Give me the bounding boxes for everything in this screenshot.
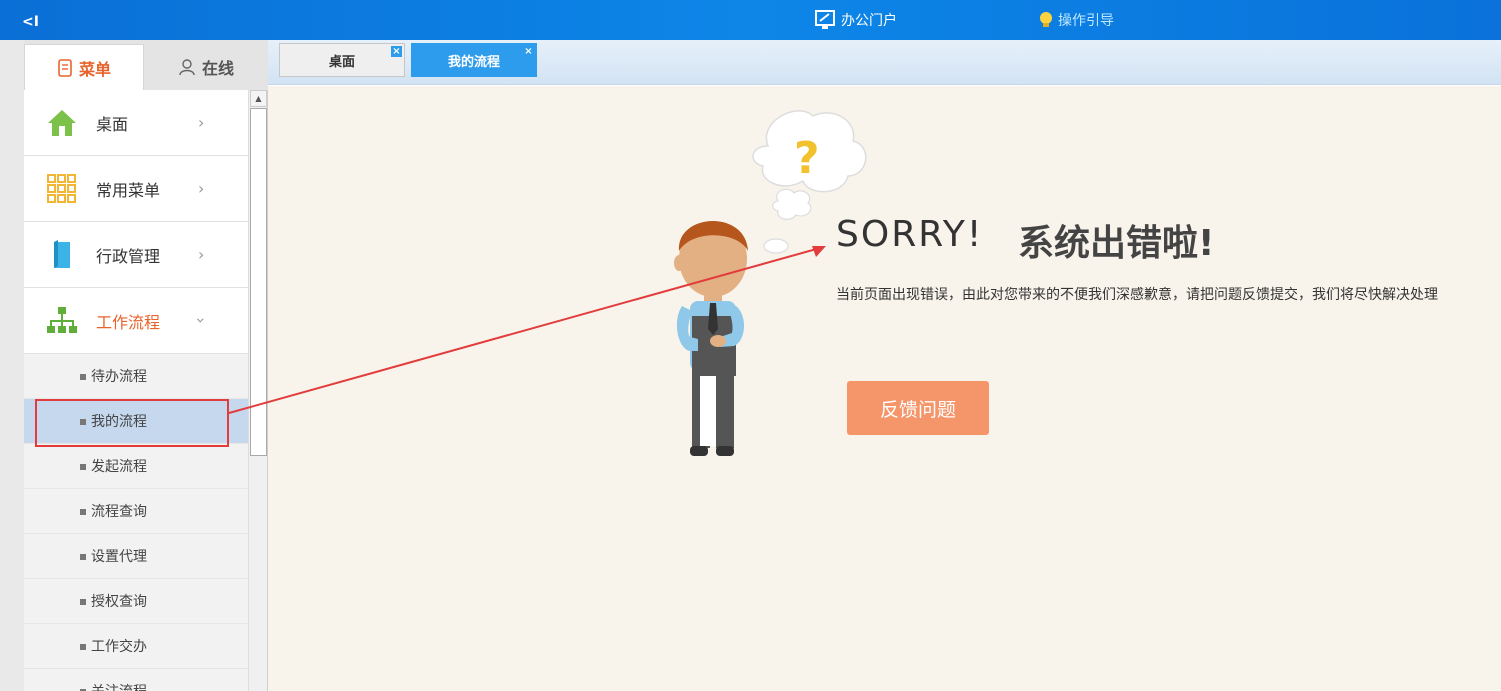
- tab-label: 桌面: [328, 54, 355, 70]
- bullet-icon: [80, 554, 86, 560]
- sidebar-item-desktop[interactable]: 桌面 ›: [24, 90, 248, 156]
- chevron-down-icon: ›: [191, 317, 211, 324]
- chevron-right-icon: ›: [198, 245, 205, 264]
- sidebar-item-label: 常用菜单: [96, 180, 161, 200]
- feedback-button[interactable]: 反馈问题: [847, 381, 989, 435]
- sub-item-label: 流程查询: [91, 504, 147, 520]
- sub-item-followed-flow[interactable]: 关注流程: [24, 669, 248, 691]
- operation-guide-link[interactable]: 操作引导: [1038, 10, 1114, 30]
- error-title: SORRY!: [836, 214, 984, 255]
- sub-item-label: 发起流程: [91, 459, 147, 475]
- collapse-sidebar-button[interactable]: <I: [22, 14, 39, 30]
- scroll-up-arrow-icon[interactable]: ▲: [250, 90, 267, 107]
- error-page: ? SORRY! 系统出错啦! 当前页面出现错误，由此对您带来的不便我们深感歉意…: [268, 86, 1501, 691]
- bullet-icon: [80, 599, 86, 605]
- sub-item-label: 关注流程: [91, 681, 147, 691]
- sidebar-tab-online[interactable]: 在线: [146, 44, 266, 90]
- sidebar-tab-menu[interactable]: 菜单: [24, 44, 144, 90]
- bullet-icon: [80, 374, 86, 380]
- sub-item-set-proxy[interactable]: 设置代理: [24, 534, 248, 579]
- lightbulb-icon: [1040, 12, 1052, 27]
- user-icon: [179, 59, 195, 76]
- sidebar-item-label: 行政管理: [96, 246, 161, 266]
- left-gutter: [0, 40, 24, 691]
- sub-item-flow-query[interactable]: 流程查询: [24, 489, 248, 534]
- sub-item-label: 工作交办: [91, 639, 147, 655]
- person-figure: [674, 220, 748, 456]
- tab-label: 我的流程: [447, 54, 500, 70]
- sidebar-item-admin[interactable]: 行政管理 ›: [24, 222, 248, 288]
- book-icon: [54, 240, 70, 268]
- scroll-thumb[interactable]: [250, 108, 267, 456]
- monitor-icon: [815, 10, 835, 29]
- sidebar-item-label: 桌面: [96, 114, 129, 134]
- tab-my-flow[interactable]: 我的流程 ×: [411, 43, 537, 77]
- bullet-icon: [80, 509, 86, 515]
- sub-item-work-assign[interactable]: 工作交办: [24, 624, 248, 669]
- top-bar: <I 办公门户 操作引导: [0, 0, 1501, 40]
- sub-item-label: 设置代理: [91, 549, 147, 565]
- sub-item-label: 待办流程: [91, 369, 147, 385]
- tab-desktop[interactable]: 桌面 ×: [279, 43, 405, 77]
- menu-doc-icon: [58, 58, 72, 77]
- org-chart-icon: [47, 307, 77, 333]
- sidebar: 菜单 在线 桌面 › 常用菜单 › 行政管理 › 工作流程 › 待办流程 我的流…: [24, 40, 268, 691]
- sub-item-pending-flow[interactable]: 待办流程: [24, 354, 248, 399]
- sub-item-start-flow[interactable]: 发起流程: [24, 444, 248, 489]
- sidebar-tab-online-label: 在线: [201, 59, 234, 78]
- close-icon[interactable]: ×: [523, 46, 534, 57]
- sidebar-item-workflow[interactable]: 工作流程 ›: [24, 288, 248, 354]
- close-icon[interactable]: ×: [391, 46, 402, 57]
- sidebar-tab-menu-label: 菜单: [78, 59, 111, 79]
- bullet-icon: [80, 464, 86, 470]
- page-tab-bar: 桌面 × 我的流程 ×: [268, 40, 1501, 85]
- home-icon: [48, 110, 76, 136]
- chevron-right-icon: ›: [198, 113, 205, 132]
- office-portal-link[interactable]: 办公门户: [815, 10, 897, 30]
- sub-item-authorization-query[interactable]: 授权查询: [24, 579, 248, 624]
- bullet-icon: [80, 644, 86, 650]
- sidebar-scrollbar[interactable]: ▲: [248, 90, 267, 691]
- sidebar-item-common-menu[interactable]: 常用菜单 ›: [24, 156, 248, 222]
- error-message: 当前页面出现错误，由此对您带来的不便我们深感歉意，请把问题反馈提交，我们将尽快解…: [836, 287, 1438, 303]
- sidebar-tabs: 菜单 在线: [24, 40, 268, 90]
- annotation-highlight-box: [35, 399, 229, 447]
- office-portal-label: 办公门户: [841, 13, 897, 29]
- chevron-right-icon: ›: [198, 179, 205, 198]
- sidebar-item-label: 工作流程: [96, 312, 161, 332]
- svg-text:?: ?: [794, 133, 820, 184]
- sub-item-label: 授权查询: [91, 594, 147, 610]
- error-title-cn: 系统出错啦!: [1018, 223, 1215, 264]
- menu-list: 桌面 › 常用菜单 › 行政管理 › 工作流程 › 待办流程 我的流程 发起流程…: [24, 90, 248, 691]
- operation-guide-label: 操作引导: [1058, 13, 1114, 29]
- grid-icon: [47, 174, 76, 203]
